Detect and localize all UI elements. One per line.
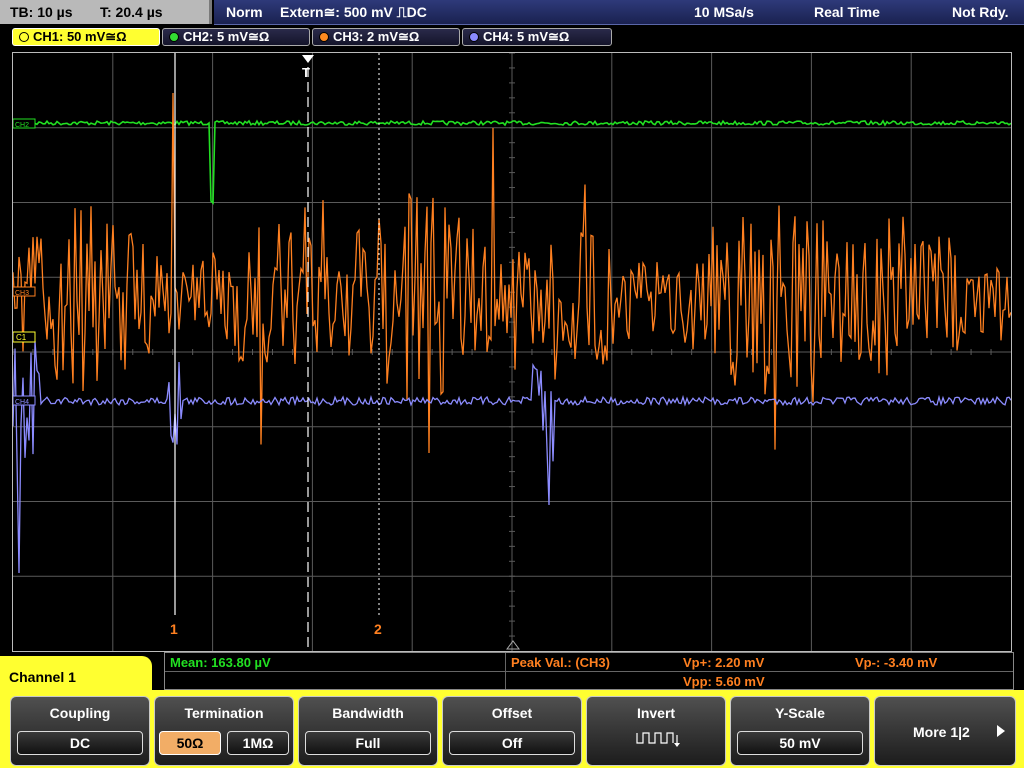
status-bar: TB: 10 µs T: 20.4 µs Norm Extern≅: 500 m…	[0, 0, 1024, 25]
ch2-level-marker[interactable]: CH2	[13, 118, 36, 129]
y-scale-softkey[interactable]: Y-Scale 50 mV	[730, 696, 870, 766]
ch3-dot-icon	[319, 31, 329, 42]
tab-ch2[interactable]: CH2: 5 mV≅Ω	[162, 28, 310, 46]
tab-ch1-label: CH1: 50 mV≅Ω	[33, 29, 127, 44]
tab-ch3-label: CH3: 2 mV≅Ω	[333, 29, 420, 44]
ch1-dot-icon	[19, 31, 29, 42]
tab-ch4-label: CH4: 5 mV≅Ω	[483, 29, 570, 44]
vpp-measurement: Vpp: 5.60 mV	[683, 674, 765, 689]
tab-ch2-label: CH2: 5 mV≅Ω	[183, 29, 270, 44]
ch2-dot-icon	[169, 31, 179, 42]
ch3-level-marker[interactable]: CH3	[13, 286, 36, 297]
acquisition-mode: Real Time	[814, 4, 880, 20]
peak-value-label: Peak Val.: (CH3)	[511, 655, 610, 670]
measurement-divider	[165, 671, 1013, 672]
ch4-level-marker[interactable]: CH4	[13, 395, 36, 406]
y-scale-label: Y-Scale	[775, 705, 825, 721]
offset-value[interactable]: Off	[449, 731, 575, 755]
cursor-2-label: 2	[374, 621, 382, 637]
svg-text:CH4: CH4	[15, 399, 29, 406]
cursor-1-label: 1	[170, 621, 178, 637]
termination-50-ohm-option[interactable]: 50Ω	[159, 731, 221, 755]
tab-ch3[interactable]: CH3: 2 mV≅Ω	[312, 28, 460, 46]
termination-label: Termination	[184, 705, 264, 721]
y-scale-value[interactable]: 50 mV	[737, 731, 863, 755]
svg-text:CH3: CH3	[15, 290, 29, 297]
waveform-canvas[interactable]: 1 2 T CH2 CH3 C1 CH4	[13, 53, 1011, 651]
menu-title-tab: Channel 1	[0, 656, 152, 694]
waveform-display[interactable]: 1 2 T CH2 CH3 C1 CH4	[12, 52, 1012, 652]
sample-rate: 10 MSa/s	[694, 4, 754, 20]
trigger-marker-label: T	[302, 65, 310, 80]
page-arrow-icon	[997, 725, 1005, 737]
invert-label: Invert	[636, 705, 676, 721]
invert-softkey[interactable]: Invert	[586, 696, 726, 766]
vp-plus-measurement: Vp+: 2.20 mV	[683, 655, 765, 670]
coupling-value[interactable]: DC	[17, 731, 143, 755]
bottom-center-marker-icon	[506, 640, 520, 650]
offset-label: Offset	[491, 705, 533, 721]
trigger-source: Extern≅: 500 mV ⎍DC	[280, 4, 427, 20]
vp-minus-measurement: Vp-: -3.40 mV	[855, 655, 938, 670]
bandwidth-softkey[interactable]: Bandwidth Full	[298, 696, 438, 766]
timebase-panel[interactable]: TB: 10 µs T: 20.4 µs	[0, 0, 212, 24]
invert-waveform-icon	[636, 732, 680, 747]
bandwidth-value[interactable]: Full	[305, 731, 431, 755]
svg-text:CH2: CH2	[15, 122, 29, 129]
more-softkey[interactable]: More 1|2	[874, 696, 1016, 766]
channel-tabs: CH1: 50 mV≅Ω CH2: 5 mV≅Ω CH3: 2 mV≅Ω CH4…	[0, 26, 1024, 48]
menu-title: Channel 1	[9, 669, 76, 685]
ch1-level-marker[interactable]: C1	[13, 331, 36, 343]
svg-text:C1: C1	[16, 333, 27, 342]
tab-ch4[interactable]: CH4: 5 mV≅Ω	[462, 28, 612, 46]
trigger-status-panel[interactable]: Norm Extern≅: 500 mV ⎍DC 10 MSa/s Real T…	[214, 0, 1024, 25]
ch4-dot-icon	[469, 31, 479, 42]
coupling-label: Coupling	[49, 705, 111, 721]
termination-1m-ohm-option[interactable]: 1MΩ	[227, 731, 289, 755]
trigger-position-readout: T: 20.4 µs	[100, 4, 163, 20]
offset-softkey[interactable]: Offset Off	[442, 696, 582, 766]
coupling-softkey[interactable]: Coupling DC	[10, 696, 150, 766]
measurement-panel[interactable]: Mean: 163.80 µV Peak Val.: (CH3) Vp+: 2.…	[164, 652, 1014, 690]
tab-ch1[interactable]: CH1: 50 mV≅Ω	[12, 28, 160, 46]
more-label: More 1|2	[913, 724, 970, 740]
acquisition-state: Not Rdy.	[952, 4, 1009, 20]
measurement-divider-vertical	[505, 653, 506, 689]
trigger-mode: Norm	[226, 4, 263, 20]
termination-softkey[interactable]: Termination 50Ω 1MΩ	[154, 696, 294, 766]
mean-measurement: Mean: 163.80 µV	[170, 655, 271, 670]
timebase-readout: TB: 10 µs	[10, 4, 73, 20]
bandwidth-label: Bandwidth	[332, 705, 404, 721]
